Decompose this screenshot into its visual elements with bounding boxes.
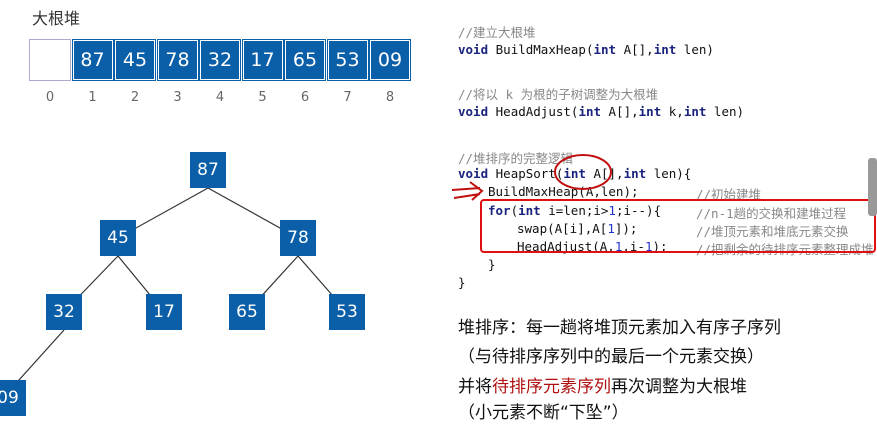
note: 堆排序：每一趟将堆顶元素加入有序子序列	[458, 318, 781, 338]
tree-node: 78	[280, 220, 316, 256]
note: （与待排序序列中的最后一个元素交换）	[458, 347, 764, 367]
tree-node: 45	[100, 220, 136, 256]
tree-edges	[9, 187, 348, 391]
tree-node: 65	[229, 294, 265, 330]
tree-node: 17	[146, 294, 182, 330]
tree-node: 09	[0, 380, 26, 416]
code-comment: //建立大根堆	[458, 25, 536, 40]
note: （小元素不断“下坠”）	[458, 403, 629, 423]
scrollbar[interactable]	[868, 158, 877, 216]
code-line: void BuildMaxHeap(int A[],int len)	[458, 42, 714, 57]
note: 并将待排序元素序列再次调整为大根堆	[458, 377, 747, 397]
code-line: }	[458, 275, 466, 290]
code-line: void HeadAdjust(int A[],int k,int len)	[458, 104, 745, 119]
annotations	[451, 154, 876, 253]
tree-node: 53	[329, 294, 365, 330]
tree-node: 32	[46, 294, 82, 330]
tree-node: 87	[190, 152, 226, 188]
code-comment: //将以 k 为根的子树调整为大根堆	[458, 87, 659, 102]
